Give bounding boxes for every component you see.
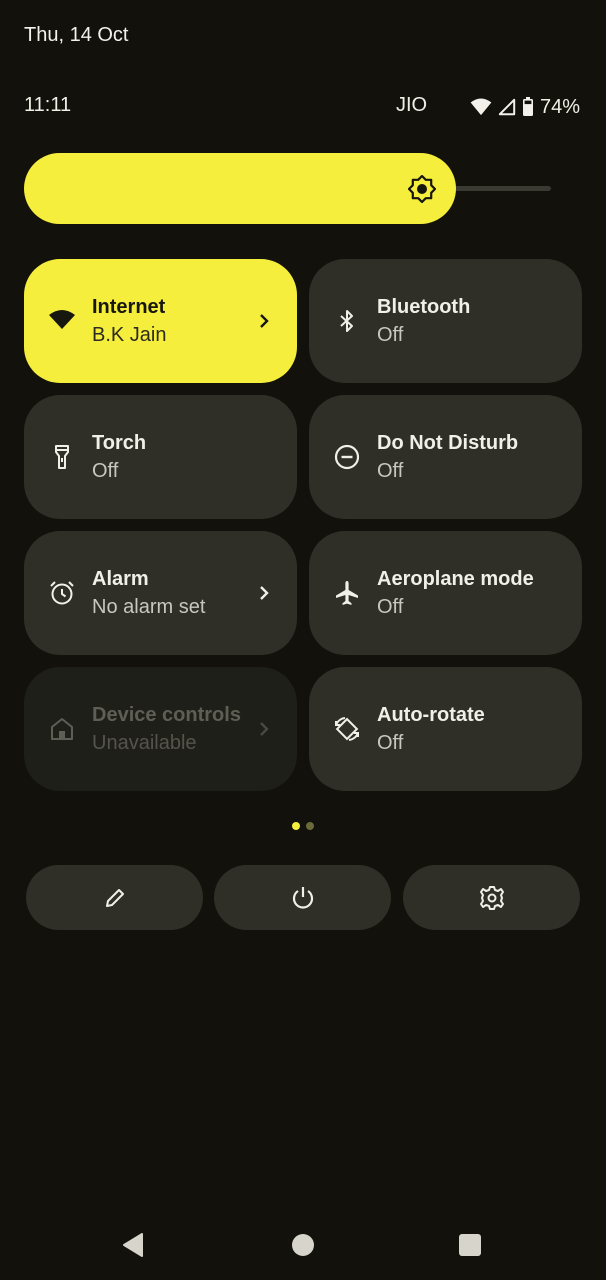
- tile-status: Off: [377, 732, 404, 754]
- tile-status: No alarm set: [92, 596, 206, 618]
- brightness-track[interactable]: [454, 186, 551, 191]
- page-dot-active: [292, 822, 300, 830]
- do-not-disturb-icon: [334, 444, 360, 470]
- tile-status: Off: [377, 460, 404, 482]
- tile-alarm[interactable]: Alarm No alarm set: [24, 531, 297, 655]
- home-button[interactable]: [283, 1225, 323, 1265]
- chevron-right-icon: [260, 722, 269, 736]
- tile-status: Off: [377, 596, 404, 618]
- brightness-slider[interactable]: [24, 153, 551, 224]
- tile-device-controls: Device controls Unavailable: [24, 667, 297, 791]
- settings-icon: [479, 885, 504, 910]
- tile-do-not-disturb[interactable]: Do Not Disturb Off: [309, 395, 582, 519]
- alarm-icon: [50, 581, 74, 605]
- tile-torch[interactable]: Torch Off: [24, 395, 297, 519]
- tile-internet[interactable]: Internet B.K Jain: [24, 259, 297, 383]
- wifi-icon: [49, 310, 75, 329]
- tile-label: Do Not Disturb: [377, 432, 519, 454]
- edit-button[interactable]: [26, 865, 203, 930]
- settings-button[interactable]: [403, 865, 580, 930]
- tile-label: Device controls: [92, 704, 241, 726]
- back-icon: [123, 1233, 143, 1257]
- clock: 11:11: [24, 94, 72, 116]
- recents-icon: [459, 1234, 481, 1256]
- auto-rotate-icon: [335, 717, 359, 741]
- tile-label: Internet: [92, 296, 166, 318]
- tile-aeroplane-mode[interactable]: Aeroplane mode Off: [309, 531, 582, 655]
- carrier-name: JIO: [396, 94, 428, 116]
- tile-status: Off: [92, 460, 119, 482]
- page-dot: [306, 822, 314, 830]
- tile-auto-rotate[interactable]: Auto-rotate Off: [309, 667, 582, 791]
- chevron-right-icon: [260, 586, 269, 600]
- battery-icon: [522, 97, 533, 116]
- torch-icon: [55, 445, 69, 469]
- page-indicator: [292, 822, 314, 830]
- recents-button[interactable]: [450, 1225, 490, 1265]
- power-button[interactable]: [214, 865, 391, 930]
- battery-percent: 74%: [539, 95, 580, 118]
- tile-status: B.K Jain: [92, 324, 167, 346]
- tile-label: Alarm: [92, 568, 149, 590]
- tile-label: Aeroplane mode: [377, 568, 534, 590]
- tile-label: Bluetooth: [377, 296, 471, 318]
- home-icon: [292, 1234, 314, 1256]
- edit-icon: [105, 888, 124, 907]
- cellular-signal-icon: [498, 98, 516, 116]
- tile-bluetooth[interactable]: Bluetooth Off: [309, 259, 582, 383]
- tile-label: Torch: [92, 432, 147, 454]
- bluetooth-icon: [340, 310, 353, 332]
- tile-label: Auto-rotate: [377, 704, 485, 726]
- airplane-icon: [336, 581, 358, 605]
- tile-status: Unavailable: [92, 732, 197, 754]
- navigation-bar: [0, 1225, 606, 1265]
- back-button[interactable]: [113, 1225, 153, 1265]
- status-icons: 74%: [470, 94, 580, 120]
- tile-status: Off: [377, 324, 404, 346]
- wifi-icon: [470, 98, 492, 116]
- power-icon: [292, 886, 313, 909]
- status-bar: 11:11 JIO 74%: [24, 94, 580, 120]
- brightness-icon: [408, 175, 436, 203]
- quick-actions: [26, 865, 580, 930]
- date-label: Thu, 14 Oct: [24, 24, 129, 46]
- home-icon: [51, 718, 73, 740]
- chevron-right-icon: [260, 314, 269, 328]
- brightness-fill[interactable]: [24, 153, 456, 224]
